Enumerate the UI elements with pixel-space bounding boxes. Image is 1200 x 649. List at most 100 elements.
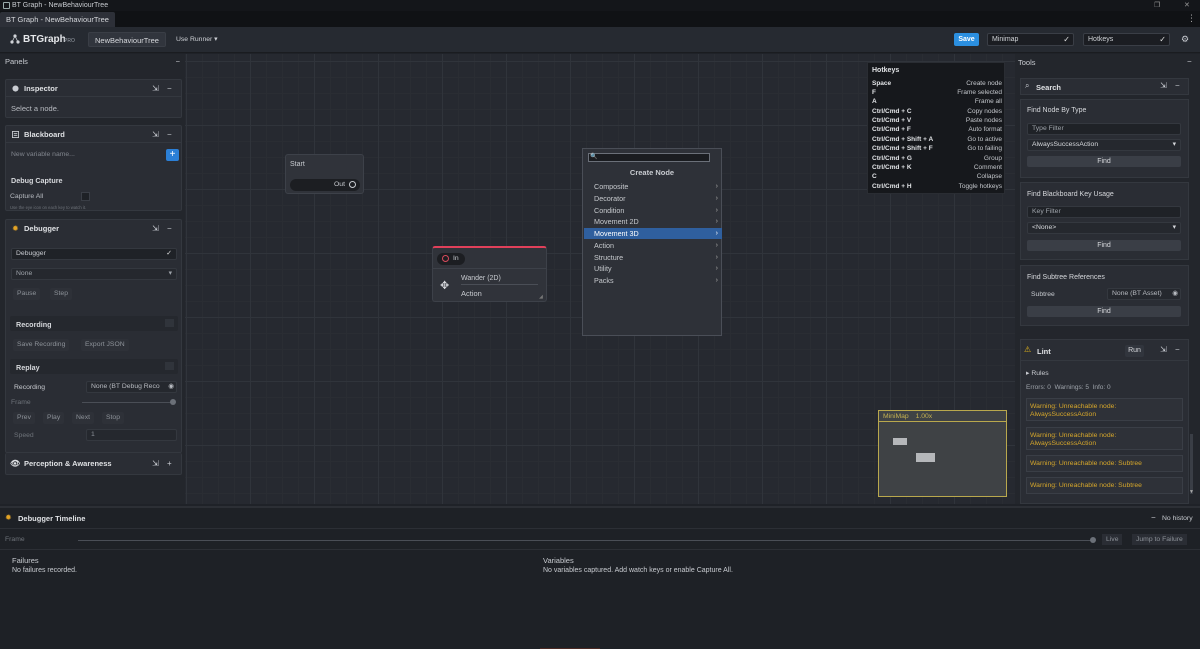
debugger-mode-dropdown[interactable]: Debugger ✓ [11, 248, 177, 260]
resize-handle-icon[interactable]: ◢ [539, 294, 543, 300]
undock-icon[interactable]: ⇲ [152, 126, 159, 143]
blackboard-title: Blackboard [24, 130, 65, 139]
lint-warning[interactable]: Warning: Unreachable node: AlwaysSuccess… [1026, 398, 1183, 421]
expand-icon[interactable]: + [167, 455, 172, 472]
minimap[interactable]: MiniMap 1.00x [878, 410, 1007, 497]
minimap-zoom: 1.00x [915, 413, 933, 420]
minimap-toggle[interactable]: Minimap ✓ [987, 33, 1074, 46]
port-circle-icon[interactable] [349, 181, 356, 188]
kebab-menu-icon[interactable]: ⋮ [1187, 13, 1196, 24]
hotkey-key: Ctrl/Cmd + F [872, 126, 911, 133]
menu-item-packs[interactable]: Packs › [584, 275, 722, 286]
object-picker-icon[interactable]: ◉ [1172, 289, 1178, 299]
restore-icon[interactable]: ❐ [1154, 0, 1160, 11]
lint-warning[interactable]: Warning: Unreachable node: Subtree [1026, 455, 1183, 472]
hotkey-action: Go to active [967, 136, 1002, 143]
timeline-slider-track[interactable] [78, 540, 1093, 541]
frame-slider-handle[interactable] [170, 399, 176, 405]
menu-item-condition[interactable]: Condition › [584, 205, 722, 216]
find-subtree-button[interactable]: Find [1027, 306, 1181, 317]
object-picker-icon[interactable]: ◉ [168, 382, 174, 392]
speed-field[interactable]: 1 [86, 429, 177, 441]
frame-slider-track[interactable] [82, 402, 174, 403]
type-dropdown[interactable]: AlwaysSuccessAction ▾ [1027, 139, 1181, 151]
replay-toggle[interactable] [165, 362, 174, 370]
lint-warning-text: Warning: Unreachable node: Subtree [1030, 482, 1142, 489]
find-subtree-card: Find Subtree References Subtree None (BT… [1020, 265, 1189, 326]
menu-item-action[interactable]: Action › [584, 240, 722, 251]
minimize-icon[interactable]: − [167, 126, 172, 143]
perception-header: 👁 Perception & Awareness ⇲ + [6, 455, 181, 472]
minimize-icon[interactable]: − [1151, 513, 1156, 522]
settings-gear-icon[interactable]: ⚙ [1181, 34, 1189, 45]
window-title: BT Graph - NewBehaviourTree [12, 2, 109, 9]
hotkeys-overlay: Hotkeys Space Create node F Frame selected… [867, 62, 1005, 194]
rules-foldout[interactable]: ▸ Rules [1026, 369, 1049, 377]
live-button[interactable]: Live [1102, 534, 1123, 545]
timeline-slider-handle[interactable] [1090, 537, 1096, 543]
run-lint-button[interactable]: Run [1125, 345, 1144, 357]
lint-warning[interactable]: Warning: Unreachable node: AlwaysSuccess… [1026, 427, 1183, 450]
type-filter-input[interactable]: Type Filter [1027, 123, 1181, 135]
minimize-icon[interactable]: − [176, 54, 180, 70]
minimize-icon[interactable]: − [1175, 81, 1180, 90]
hotkey-action: Copy nodes [967, 108, 1002, 115]
play-button[interactable]: Play [43, 412, 65, 424]
wander-node[interactable]: In ✥ Wander (2D) Action ◢ [432, 246, 547, 302]
step-button[interactable]: Step [50, 288, 72, 300]
capture-all-checkbox[interactable] [81, 192, 90, 201]
inspector-header: Inspector ⇲ − [6, 80, 181, 97]
undock-icon[interactable]: ⇲ [152, 455, 159, 472]
tab-bt-graph[interactable]: BT Graph - NewBehaviourTree [0, 12, 115, 27]
menu-item-structure[interactable]: Structure › [584, 252, 722, 263]
use-runner-dropdown[interactable]: Use Runner ▾ [172, 33, 222, 46]
recording-asset-field[interactable]: None (BT Debug Reco ◉ [86, 381, 177, 393]
minimize-icon[interactable]: − [167, 80, 172, 97]
menu-item-decorator[interactable]: Decorator › [584, 193, 722, 204]
new-variable-input[interactable]: New variable name... [11, 151, 75, 158]
checkmark-icon: ✓ [1063, 35, 1070, 44]
subtree-asset-field[interactable]: None (BT Asset) ◉ [1107, 288, 1181, 300]
stop-button[interactable]: Stop [102, 412, 124, 424]
menu-item-label: Structure [594, 253, 624, 262]
wander-in-port[interactable]: In [437, 253, 465, 265]
find-by-type-button[interactable]: Find [1027, 156, 1181, 167]
undock-icon[interactable]: ⇲ [152, 80, 159, 97]
minimize-icon[interactable]: − [167, 220, 172, 237]
minimize-icon[interactable]: − [1175, 345, 1180, 354]
start-out-port[interactable]: Out [290, 179, 360, 191]
key-filter-input[interactable]: Key Filter [1027, 206, 1181, 218]
recording-toggle[interactable] [165, 319, 174, 327]
undock-icon[interactable]: ⇲ [1160, 81, 1167, 90]
hotkeys-toggle[interactable]: Hotkeys ✓ [1083, 33, 1170, 46]
prev-button[interactable]: Prev [13, 412, 35, 424]
tools-scrollbar[interactable] [1190, 434, 1193, 494]
scroll-down-icon[interactable]: ▼ [1189, 489, 1194, 495]
pause-button[interactable]: Pause [13, 288, 41, 300]
next-button[interactable]: Next [72, 412, 94, 424]
minimize-icon[interactable]: − [1187, 57, 1192, 66]
menu-item-utility[interactable]: Utility › [584, 263, 722, 274]
start-node[interactable]: Start Out [285, 154, 364, 194]
asset-selector-button[interactable]: NewBehaviourTree [88, 32, 166, 47]
create-node-search-input[interactable]: 🔍 [588, 153, 710, 162]
export-json-button[interactable]: Export JSON [81, 339, 129, 351]
lint-warning[interactable]: Warning: Unreachable node: Subtree [1026, 477, 1183, 494]
hotkeys-title: Hotkeys [872, 67, 900, 74]
menu-item-composite[interactable]: Composite › [584, 181, 722, 192]
close-icon[interactable]: ✕ [1184, 0, 1190, 11]
find-blackboard-button[interactable]: Find [1027, 240, 1181, 251]
debug-target-dropdown[interactable]: None ▾ [11, 268, 177, 280]
debugger-panel: ✹ Debugger ⇲ − Debugger ✓ None ▾ Pause S… [5, 219, 182, 453]
jump-to-failure-button[interactable]: Jump to Failure [1132, 534, 1187, 545]
port-circle-icon[interactable] [442, 255, 449, 262]
save-recording-button[interactable]: Save Recording [13, 339, 70, 351]
undock-icon[interactable]: ⇲ [152, 220, 159, 237]
add-variable-button[interactable]: + [166, 149, 179, 161]
undock-icon[interactable]: ⇲ [1160, 345, 1167, 354]
key-dropdown[interactable]: <None> ▾ [1027, 222, 1181, 234]
menu-item-movement-3d[interactable]: Movement 3D › [584, 228, 722, 239]
save-button[interactable]: Save [954, 33, 979, 46]
inspector-title: Inspector [24, 84, 58, 93]
menu-item-movement-2d[interactable]: Movement 2D › [584, 216, 722, 227]
